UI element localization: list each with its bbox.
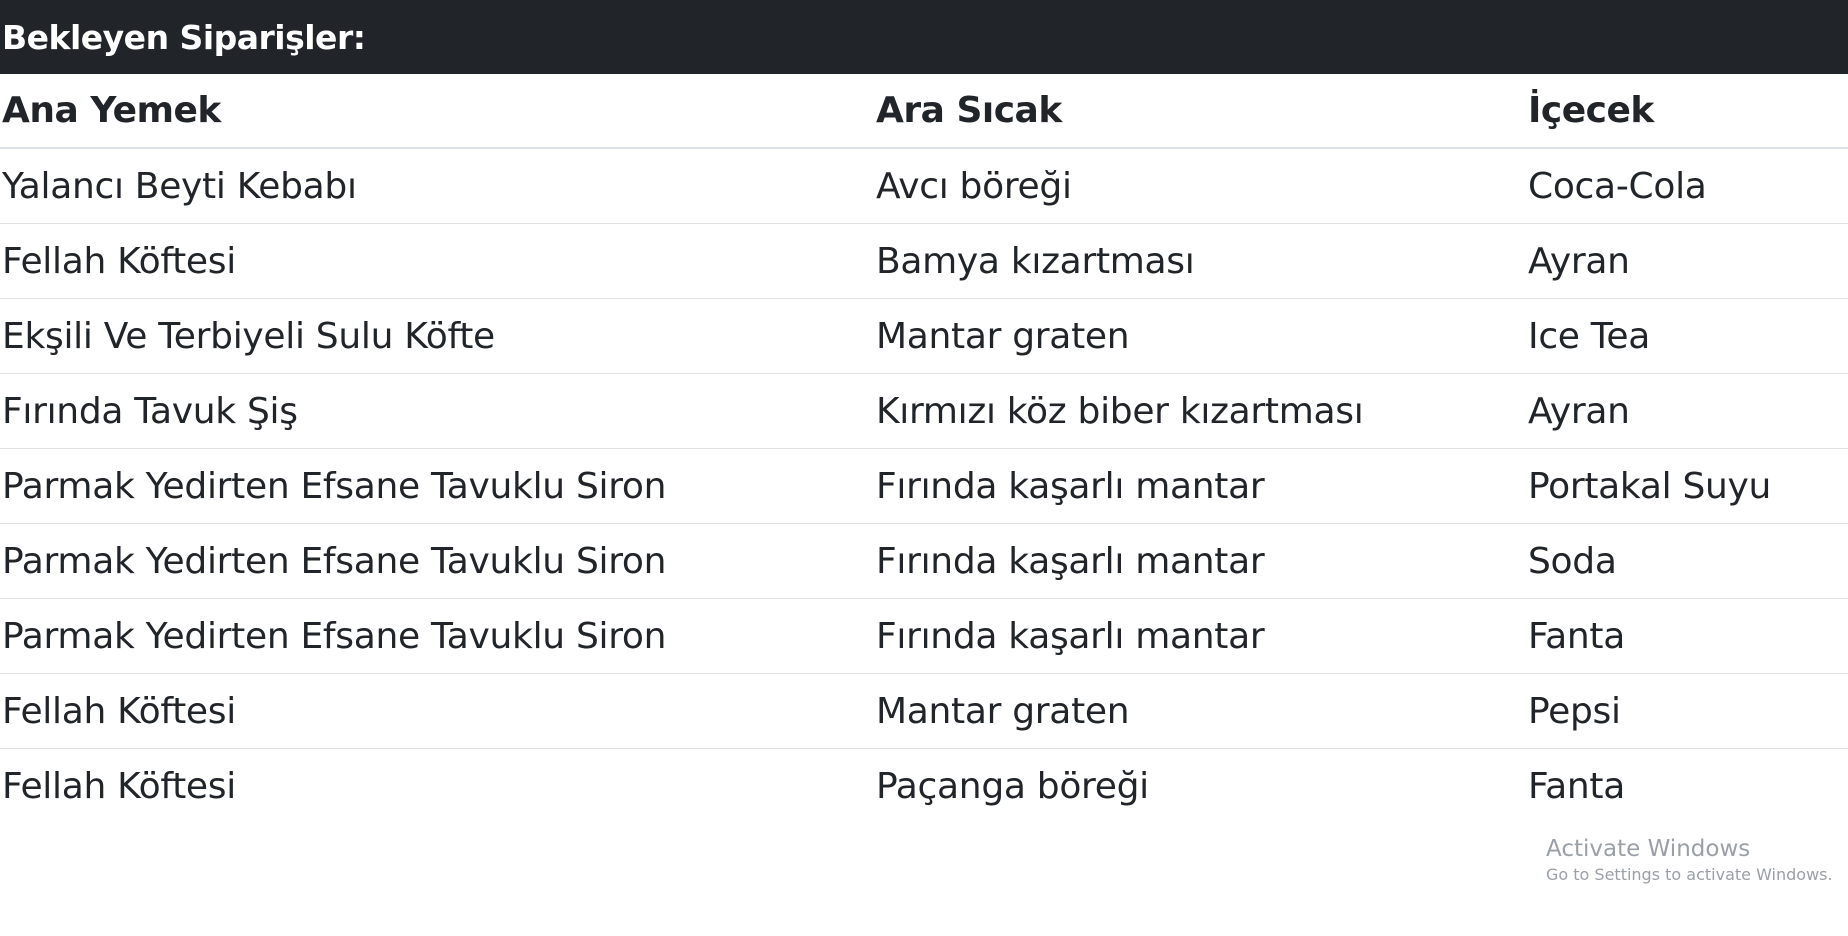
- cell-appetizer: Mantar graten: [874, 673, 1526, 749]
- cell-appetizer: Bamya kızartması: [874, 223, 1526, 299]
- cell-appetizer: Paçanga böreği: [876, 765, 1149, 807]
- table-row: Parmak Yedirten Efsane Tavuklu Siron Fır…: [0, 523, 1848, 599]
- column-header-main-dish: Ana Yemek: [0, 74, 874, 149]
- cell-main-dish: Parmak Yedirten Efsane Tavuklu Siron: [0, 448, 874, 524]
- column-header-drink: İçecek: [1526, 74, 1848, 149]
- cell-appetizer: Kırmızı köz biber kızartması: [874, 373, 1526, 449]
- cell-main-dish: Ekşili Ve Terbiyeli Sulu Köfte: [0, 298, 874, 374]
- cell-drink: Ayran: [1526, 223, 1848, 299]
- table-row: Ekşili Ve Terbiyeli Sulu Köfte Mantar gr…: [0, 298, 1848, 374]
- cell-main-dish: Parmak Yedirten Efsane Tavuklu Siron: [0, 598, 874, 674]
- table-header-row: Ana Yemek Ara Sıcak İçecek: [0, 74, 1848, 149]
- table-row: Fellah Köftesi Bamya kızartması Ayran: [0, 223, 1848, 299]
- activate-windows-watermark: Activate Windows Go to Settings to activ…: [1546, 834, 1833, 886]
- cell-main-dish: Fellah Köftesi: [2, 765, 236, 807]
- cell-drink: Pepsi: [1526, 673, 1848, 749]
- cell-drink: Coca-Cola: [1526, 148, 1848, 224]
- cell-appetizer: Avcı böreği: [874, 148, 1526, 224]
- cell-drink: Portakal Suyu: [1526, 448, 1848, 524]
- cell-appetizer: Mantar graten: [874, 298, 1526, 374]
- cell-main-dish: Fırında Tavuk Şiş: [0, 373, 874, 449]
- cell-drink: Fanta: [1526, 598, 1848, 674]
- table-row: Parmak Yedirten Efsane Tavuklu Siron Fır…: [0, 448, 1848, 524]
- page-header: Bekleyen Siparişler:: [0, 0, 1848, 74]
- table-row: Yalancı Beyti Kebabı Avcı böreği Coca-Co…: [0, 148, 1848, 224]
- cell-drink: Fanta: [1528, 765, 1625, 807]
- page-title: Bekleyen Siparişler:: [2, 17, 366, 57]
- watermark-title: Activate Windows: [1546, 836, 1751, 862]
- cell-main-dish: Fellah Köftesi: [0, 223, 874, 299]
- cell-appetizer: Fırında kaşarlı mantar: [874, 448, 1526, 524]
- cell-drink: Ice Tea: [1526, 298, 1848, 374]
- watermark-subtitle: Go to Settings to activate Windows.: [1546, 865, 1833, 884]
- table-row: Fellah Köftesi Paçanga böreği Fanta: [0, 749, 1848, 824]
- cell-appetizer: Fırında kaşarlı mantar: [874, 523, 1526, 599]
- cell-drink: Soda: [1526, 523, 1848, 599]
- table-row: Fırında Tavuk Şiş Kırmızı köz biber kıza…: [0, 373, 1848, 449]
- cell-main-dish: Parmak Yedirten Efsane Tavuklu Siron: [0, 523, 874, 599]
- cell-appetizer: Fırında kaşarlı mantar: [874, 598, 1526, 674]
- cell-main-dish: Fellah Köftesi: [0, 673, 874, 749]
- pending-orders-table: Ana Yemek Ara Sıcak İçecek Yalancı Beyti…: [0, 74, 1848, 823]
- column-header-appetizer: Ara Sıcak: [874, 74, 1526, 149]
- table-row: Fellah Köftesi Mantar graten Pepsi: [0, 673, 1848, 749]
- table-row: Parmak Yedirten Efsane Tavuklu Siron Fır…: [0, 598, 1848, 674]
- cell-main-dish: Yalancı Beyti Kebabı: [0, 148, 874, 224]
- cell-drink: Ayran: [1526, 373, 1848, 449]
